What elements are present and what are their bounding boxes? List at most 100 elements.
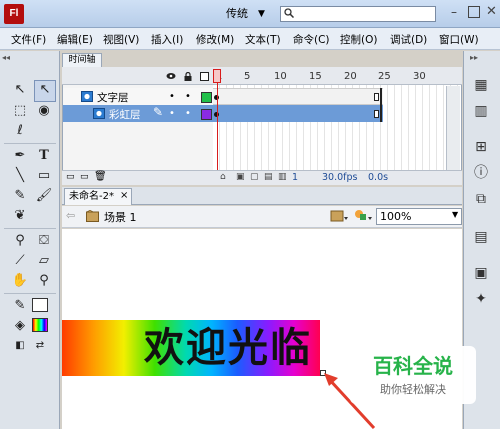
menu-window[interactable]: 窗口(W) [439,32,479,47]
timeline-scrollbar[interactable] [446,86,460,170]
stroke-color-swatch[interactable] [32,298,48,312]
frame-rate[interactable]: 30.0fps [322,172,357,183]
library-panel-icon[interactable]: ▤ [470,226,492,248]
subselection-tool-icon[interactable]: ↖ [34,80,56,102]
workspace-switcher[interactable]: 传统 [226,5,248,23]
menu-insert[interactable]: 插入(I) [151,32,183,47]
chevron-down-icon[interactable]: ▼ [452,210,458,219]
maximize-button[interactable] [468,6,480,18]
outline-icon[interactable] [200,72,209,81]
timeline-header [62,67,462,85]
close-button[interactable]: ✕ [486,2,500,22]
lock-dot[interactable]: • [185,109,191,119]
components-panel-icon[interactable]: ▣ [470,262,492,284]
menu-control[interactable]: 控制(O) [340,32,377,47]
rectangle-tool-icon[interactable]: ▭ [34,166,54,186]
lock-icon[interactable] [184,72,192,81]
menu-modify[interactable]: 修改(M) [196,32,234,47]
tool-divider [4,228,56,229]
end-keyframe[interactable] [374,110,379,118]
fill-color-swatch[interactable] [32,318,48,332]
playhead[interactable] [213,69,221,83]
span-end-marker [380,88,382,122]
close-tab-icon[interactable]: × [120,190,128,201]
frames-row-rainbow-layer[interactable] [213,105,383,122]
zoom-tool-icon[interactable]: ⚲ [34,271,54,291]
stroke-color-icon[interactable]: ✎ [10,296,30,316]
onion-outline-icon[interactable]: ▢ [250,172,259,182]
layer-row-rainbow[interactable]: 彩虹层 ✎ • • [63,105,213,122]
new-folder-icon[interactable]: ▭ [80,172,89,182]
layer-outline-color[interactable] [201,92,212,103]
motion-presets-icon[interactable]: ✦ [470,288,492,310]
line-tool-icon[interactable]: ╲ [10,166,30,186]
layer-icon [81,91,93,102]
edit-symbol-icon[interactable] [354,208,372,224]
panel-grip-icon[interactable]: ▸▸ [470,53,478,62]
frame-number: 15 [309,71,322,82]
eraser-tool-icon[interactable]: ▱ [34,251,54,271]
3d-rotation-tool-icon[interactable]: ◉ [34,101,54,121]
breadcrumb-scene[interactable]: 场景 1 [104,209,137,225]
brush-tool-icon[interactable]: 🖌 [34,186,54,206]
swap-colors-icon[interactable]: ⇄ [30,336,50,356]
pencil-tool-icon[interactable]: ✎ [10,186,30,206]
back-arrow-icon[interactable]: ⇦ [66,209,75,222]
visibility-dot[interactable]: • [169,92,175,102]
new-layer-icon[interactable]: ▭ [66,172,75,182]
deco-tool-icon[interactable]: ❦ [10,206,30,226]
layer-name[interactable]: 彩虹层 [109,107,141,122]
edit-scene-icon[interactable] [330,208,348,224]
layer-icon [93,108,105,119]
end-keyframe[interactable] [374,93,379,101]
lock-dot[interactable]: • [185,92,191,102]
center-frame-icon[interactable]: ⌂ [220,172,226,182]
frames-row-text-layer[interactable] [213,88,383,105]
scene-icon [86,210,99,222]
align-panel-icon[interactable]: ⊞ [470,136,492,158]
minimize-button[interactable]: – [447,6,461,20]
swatches-panel-icon[interactable]: ▥ [470,100,492,122]
pen-tool-icon[interactable]: ✒ [10,146,30,166]
paint-bucket-tool-icon[interactable]: ⛋ [34,231,54,251]
menu-file[interactable]: 文件(F) [11,32,46,47]
watermark-title: 百科全说 [373,354,453,378]
transform-panel-icon[interactable]: ⧉ [470,188,492,210]
stage-text[interactable]: 欢迎光临 [144,318,324,378]
onion-skin-icon[interactable]: ▣ [236,172,245,182]
search-input[interactable] [280,6,436,22]
zoom-select[interactable]: 100% [376,208,462,225]
text-tool-icon[interactable]: T [34,146,54,166]
layer-name[interactable]: 文字层 [97,90,129,105]
eye-icon[interactable] [166,71,176,81]
panel-grip-icon[interactable]: ◂◂ [2,53,58,63]
selection-tool-icon[interactable]: ↖ [10,80,30,100]
menu-bar: 文件(F) 编辑(E) 视图(V) 插入(I) 修改(M) 文本(T) 命令(C… [0,28,500,50]
chevron-down-icon[interactable]: ▼ [258,5,265,23]
menu-edit[interactable]: 编辑(E) [57,32,93,47]
delete-layer-icon[interactable]: 🗑 [94,171,107,182]
eyedropper-tool-icon[interactable]: ⟋ [10,251,30,271]
fill-color-icon[interactable]: ◈ [10,316,30,336]
menu-view[interactable]: 视图(V) [103,32,139,47]
edit-multiple-frames-icon[interactable]: ▤ [264,172,273,182]
black-white-icon[interactable]: ◧ [10,336,30,356]
watermark-subtitle: 助你轻松解决 [380,383,446,396]
free-transform-tool-icon[interactable]: ⬚ [10,101,30,121]
layer-row-text[interactable]: 文字层 • • [63,88,213,105]
lasso-tool-icon[interactable]: ℓ [10,121,30,141]
info-panel-icon[interactable]: ⓘ [470,162,492,184]
menu-commands[interactable]: 命令(C) [293,32,330,47]
frame-number: 5 [244,71,251,82]
visibility-dot[interactable]: • [169,109,175,119]
timeline-footer [62,170,462,185]
bone-tool-icon[interactable]: ⚲ [10,231,30,251]
tab-timeline[interactable]: 时间轴 [62,53,102,67]
frame-number: 20 [344,71,357,82]
color-panel-icon[interactable]: ▦ [470,74,492,96]
modify-onion-markers-icon[interactable]: ▥ [278,172,287,182]
layer-outline-color[interactable] [201,109,212,120]
hand-tool-icon[interactable]: ✋ [10,271,30,291]
menu-text[interactable]: 文本(T) [245,32,281,47]
menu-debug[interactable]: 调试(D) [390,32,427,47]
